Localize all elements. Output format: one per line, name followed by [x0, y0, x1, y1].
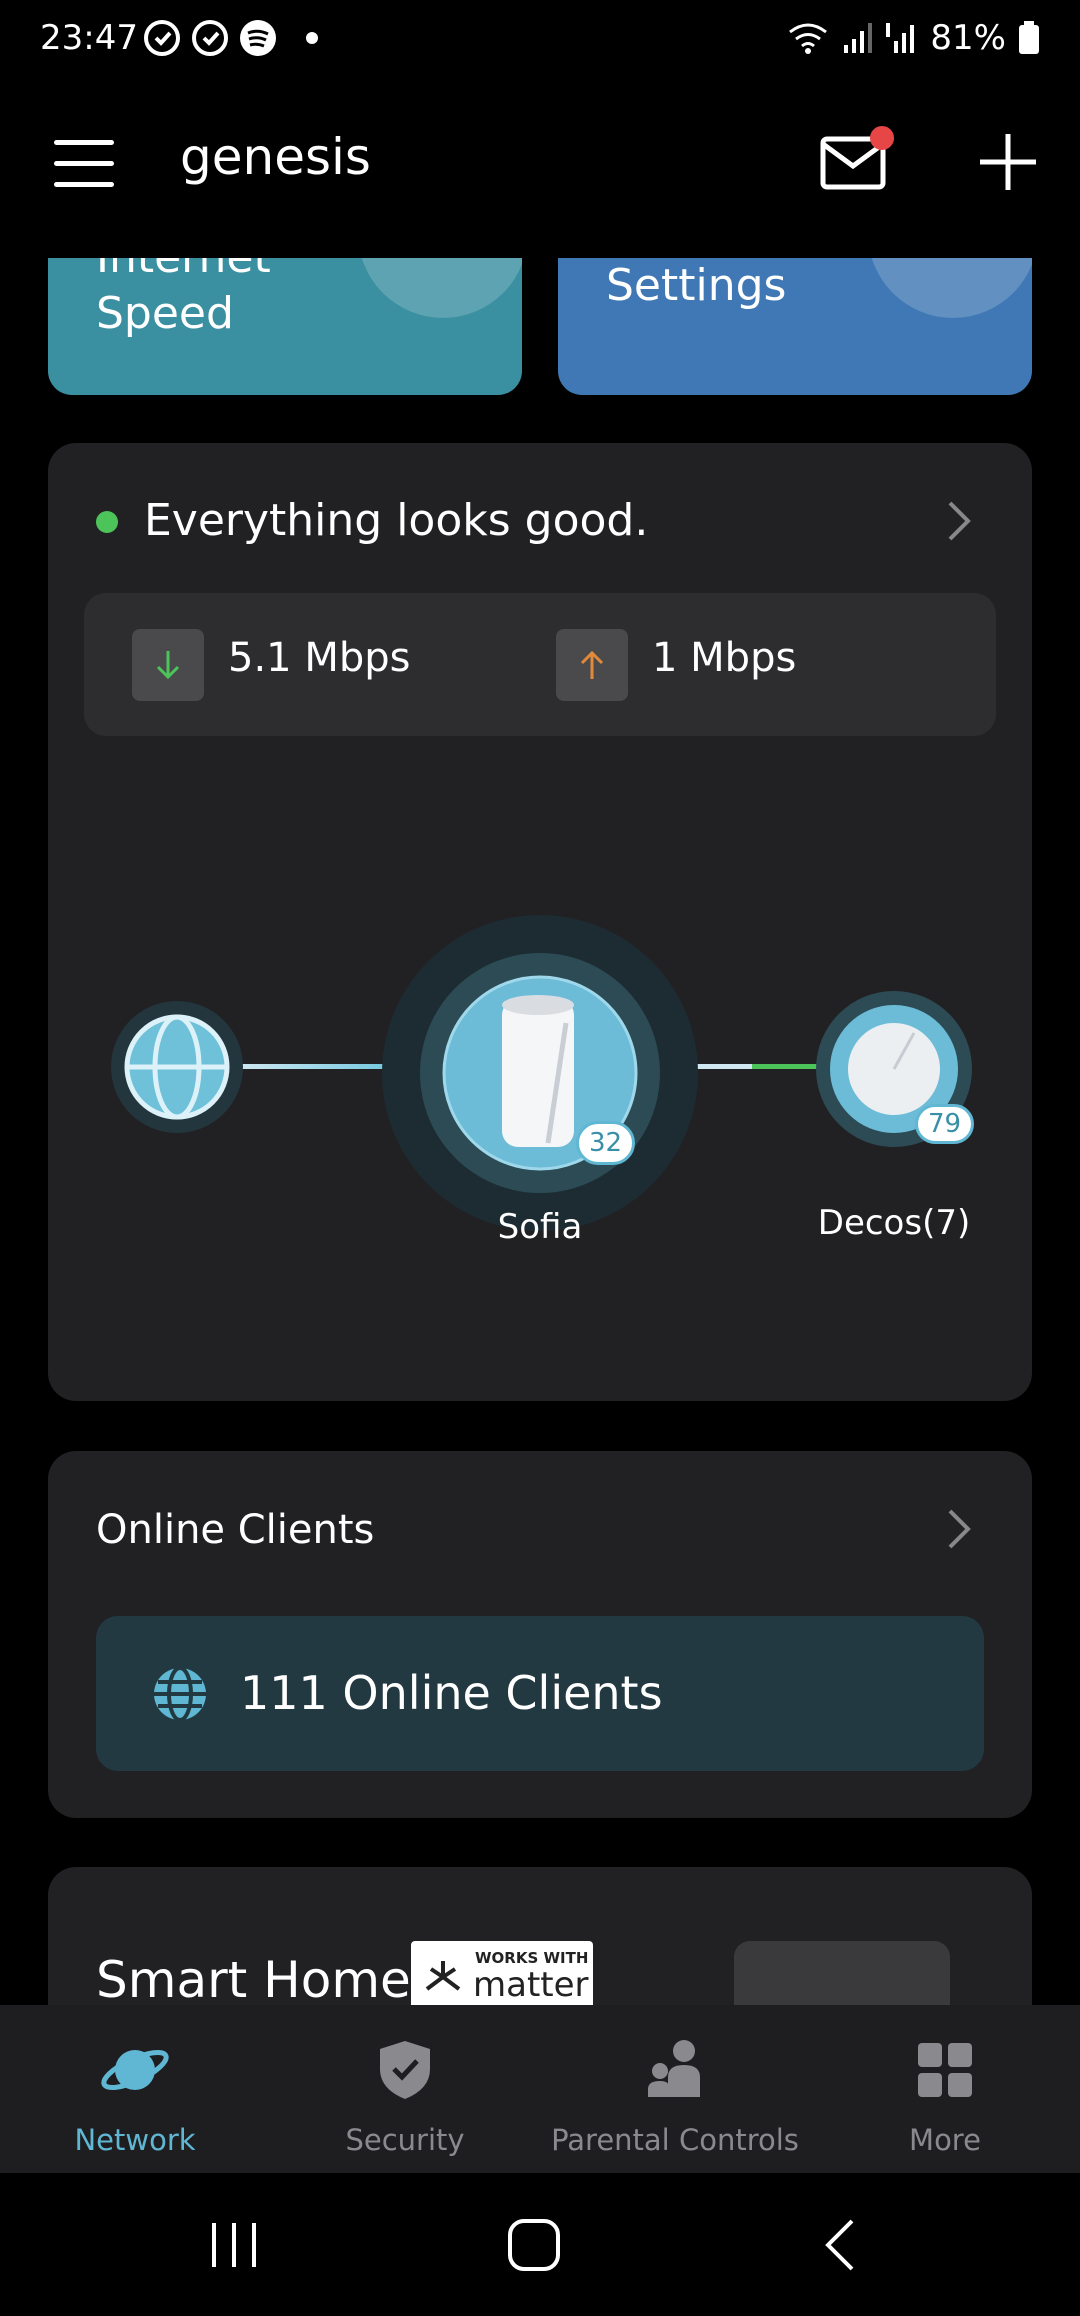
nav-parental-controls[interactable]: Parental Controls: [540, 2005, 810, 2173]
nav-more[interactable]: More: [810, 2005, 1080, 2173]
download-box: [132, 629, 204, 701]
hamburger-menu-icon[interactable]: [54, 140, 114, 188]
sync-icon: [144, 20, 180, 56]
matter-badge-text: matter: [473, 1965, 589, 2005]
sync-icon: [192, 20, 228, 56]
main-node-client-count: 32: [576, 1121, 636, 1165]
nav-label: More: [909, 2123, 981, 2157]
upload-speed: 1 Mbps: [652, 635, 797, 681]
nav-label: Security: [345, 2123, 465, 2157]
signal-icon: [844, 23, 873, 53]
bottom-navigation: Network Security Parental Controls More: [0, 2005, 1080, 2173]
clients-count-text: 111 Online Clients: [240, 1666, 663, 1720]
main-router-node[interactable]: [380, 913, 700, 1233]
clients-summary-panel[interactable]: 111 Online Clients: [96, 1616, 984, 1771]
grid-icon: [918, 2043, 972, 2097]
upload-arrow-icon: [580, 650, 604, 679]
signal-roaming-icon: [886, 23, 915, 53]
family-icon: [648, 2040, 700, 2097]
network-name[interactable]: genesis: [180, 128, 371, 186]
main-node-name: Sofia: [497, 1207, 583, 1247]
download-speed: 5.1 Mbps: [228, 635, 411, 681]
matter-logo-icon: [425, 1961, 461, 1991]
tile-label: Internet Speed: [96, 258, 271, 339]
smart-home-title: Smart Home: [96, 1951, 411, 2009]
smart-home-card[interactable]: Smart Home WORKS WITH matter: [48, 1867, 1032, 2031]
network-status-card: Everything looks good. 5.1 Mbps 1 Mbps 3…: [48, 443, 1032, 1401]
upload-box: [556, 629, 628, 701]
more-notifications-dot: [306, 32, 318, 44]
nav-label: Parental Controls: [551, 2123, 799, 2157]
download-arrow-icon: [156, 651, 180, 680]
tile-label: Settings: [606, 260, 787, 311]
tile-decoration: [868, 258, 1032, 318]
app-header: genesis: [0, 100, 1080, 230]
system-indicators: 81%: [786, 18, 1040, 58]
planet-icon: [101, 2050, 169, 2090]
nav-security[interactable]: Security: [270, 2005, 540, 2173]
online-clients-card[interactable]: Online Clients 111 Online Clients: [48, 1451, 1032, 1818]
notification-icons: [142, 18, 318, 58]
clients-title: Online Clients: [96, 1507, 375, 1553]
back-icon[interactable]: [810, 2215, 870, 2275]
chevron-right-icon[interactable]: [944, 1507, 974, 1551]
status-bar: 23:47 81%: [0, 0, 1080, 80]
connection-line: [238, 1064, 398, 1069]
chevron-right-icon[interactable]: [944, 499, 974, 543]
satellite-client-count: 79: [915, 1104, 975, 1144]
status-indicator: [96, 511, 118, 533]
internet-globe-icon[interactable]: [107, 997, 247, 1137]
shield-check-icon: [380, 2041, 430, 2099]
system-navigation-bar: [0, 2173, 1080, 2316]
recent-apps-icon[interactable]: [204, 2215, 264, 2275]
status-time: 23:47: [40, 18, 138, 58]
matter-badge: WORKS WITH matter: [411, 1941, 593, 2013]
add-icon[interactable]: [976, 130, 1040, 194]
internet-speed-tile[interactable]: Internet Speed: [48, 258, 522, 395]
satellite-name: Decos(7): [817, 1203, 971, 1243]
home-icon[interactable]: [504, 2215, 564, 2275]
battery-percent: 81%: [930, 18, 1006, 58]
tile-decoration: [358, 258, 522, 318]
battery-icon: [1019, 21, 1039, 54]
status-message[interactable]: Everything looks good.: [144, 495, 648, 546]
spotify-icon: [240, 20, 276, 56]
notification-badge: [870, 126, 894, 150]
nav-label: Network: [74, 2123, 196, 2157]
settings-tile[interactable]: Settings: [558, 258, 1032, 395]
globe-icon: [154, 1666, 206, 1722]
wifi-icon: [789, 23, 828, 54]
nav-network[interactable]: Network: [0, 2005, 270, 2173]
speed-panel: 5.1 Mbps 1 Mbps: [84, 593, 996, 736]
